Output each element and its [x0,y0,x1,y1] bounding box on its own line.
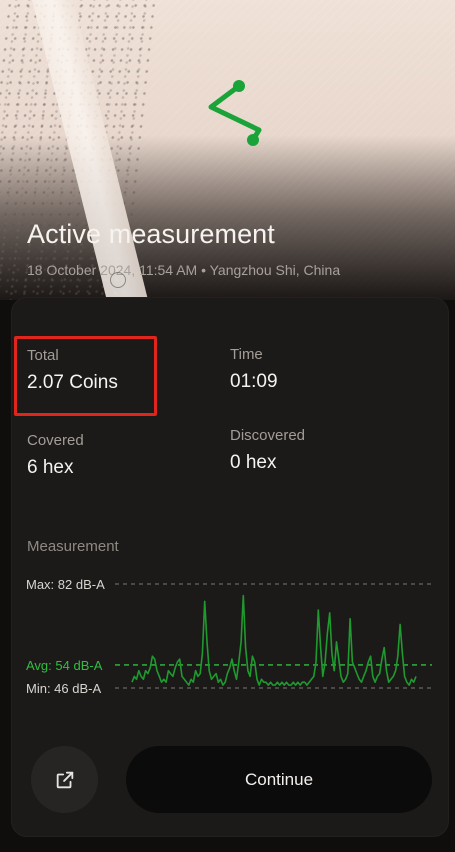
title-block: Active measurement 18 October 2024, 11:5… [27,219,447,278]
stat-time-value: 01:09 [230,371,278,392]
stat-time: Time 01:09 [230,346,278,393]
stat-time-label: Time [230,346,263,363]
noise-chart-svg: Max: 82 dB-A Avg: 54 dB-A Min: 46 dB-A [26,577,432,696]
highlight-box [14,336,157,416]
stat-discovered-label: Discovered [230,427,306,444]
stat-covered-value: 6 hex [27,457,74,478]
min-label: Min: 46 dB-A [26,681,101,696]
map-attribution-icon [110,272,126,288]
measurement-section-label: Measurement [27,538,119,555]
route-line [208,83,262,143]
noise-chart: Max: 82 dB-A Avg: 54 dB-A Min: 46 dB-A [20,570,440,700]
max-label: Max: 82 dB-A [26,577,105,592]
continue-button[interactable]: Continue [126,746,432,813]
stat-covered: Covered 6 hex [27,432,84,479]
external-link-icon [56,771,73,788]
avg-label: Avg: 54 dB-A [26,658,103,673]
stat-covered-label: Covered [27,432,84,449]
measurement-date-location: 18 October 2024, 11:54 AM • Yangzhou Shi… [27,262,341,278]
stat-discovered: Discovered 0 hex [230,427,305,474]
noise-series-line [131,594,417,686]
page-title: Active measurement [27,219,275,249]
stat-discovered-value: 0 hex [230,452,277,473]
route-start-marker [233,80,245,92]
share-button[interactable] [31,746,98,813]
route-end-marker [247,134,259,146]
